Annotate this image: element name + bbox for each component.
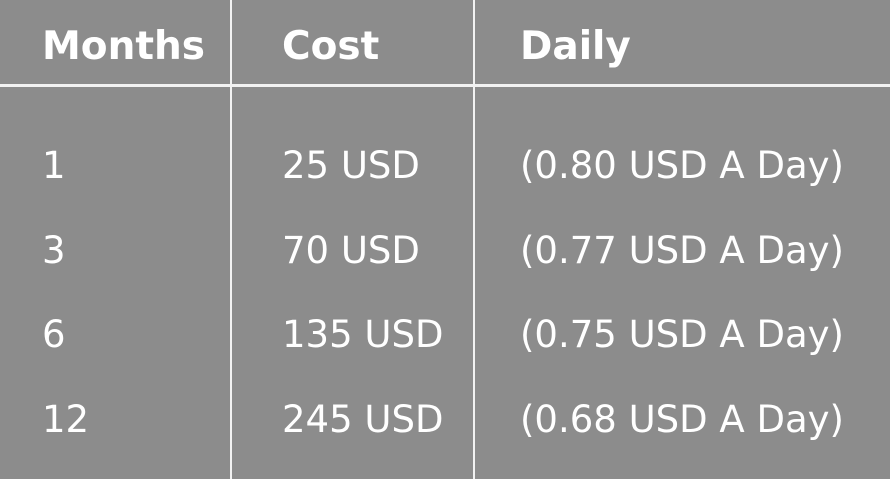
row-3-cost: 135 USD (282, 313, 444, 356)
row-1-months: 1 (42, 144, 66, 187)
column-divider-1 (230, 0, 232, 479)
column-divider-2 (473, 0, 475, 479)
row-2-months: 3 (42, 229, 66, 272)
row-4-months: 12 (42, 398, 90, 441)
header-daily: Daily (520, 24, 631, 69)
row-2-daily: (0.77 USD A Day) (520, 229, 844, 272)
pricing-table: Months Cost Daily 1 25 USD (0.80 USD A D… (0, 0, 890, 479)
row-1-daily: (0.80 USD A Day) (520, 144, 844, 187)
row-3-daily: (0.75 USD A Day) (520, 313, 844, 356)
header-months: Months (42, 24, 205, 69)
row-4-cost: 245 USD (282, 398, 444, 441)
header-cost: Cost (282, 24, 380, 69)
row-1-cost: 25 USD (282, 144, 420, 187)
row-3-months: 6 (42, 313, 66, 356)
row-2-cost: 70 USD (282, 229, 420, 272)
row-4-daily: (0.68 USD A Day) (520, 398, 844, 441)
header-divider (0, 84, 890, 87)
